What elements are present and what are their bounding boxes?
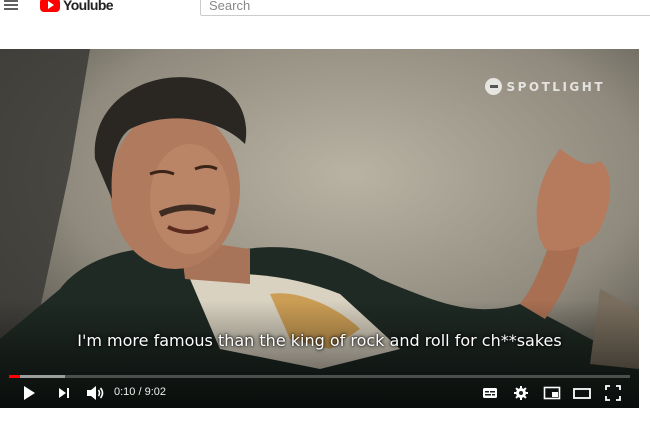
subtitles-icon[interactable] (478, 381, 502, 405)
search-input[interactable] (200, 0, 650, 16)
video-player[interactable]: SPOTLIGHT I'm more famous than the king … (0, 49, 639, 408)
progress-played (9, 375, 21, 378)
miniplayer-icon[interactable] (540, 381, 564, 405)
play-logo-icon (40, 0, 60, 12)
next-icon[interactable] (52, 381, 76, 405)
subtitle-caption: I'm more famous than the king of rock an… (77, 331, 562, 350)
video-frame[interactable] (0, 49, 639, 408)
player-controls: 0:10 / 9:02 (0, 381, 639, 405)
logo-text: Youlube (63, 0, 114, 13)
youtube-logo[interactable]: Youlube (40, 0, 114, 13)
channel-watermark: SPOTLIGHT (485, 78, 605, 95)
theater-mode-icon[interactable] (570, 381, 594, 405)
spotlight-icon (485, 78, 503, 95)
progress-bar[interactable] (9, 375, 630, 378)
gear-icon[interactable] (509, 381, 533, 405)
masthead: Youlube (0, 0, 650, 18)
time-display: 0:10 / 9:02 (114, 386, 166, 398)
hamburger-icon[interactable] (4, 0, 18, 10)
fullscreen-icon[interactable] (601, 381, 625, 405)
play-icon[interactable] (16, 381, 40, 405)
volume-icon[interactable] (83, 381, 107, 405)
watermark-text: SPOTLIGHT (506, 79, 605, 94)
